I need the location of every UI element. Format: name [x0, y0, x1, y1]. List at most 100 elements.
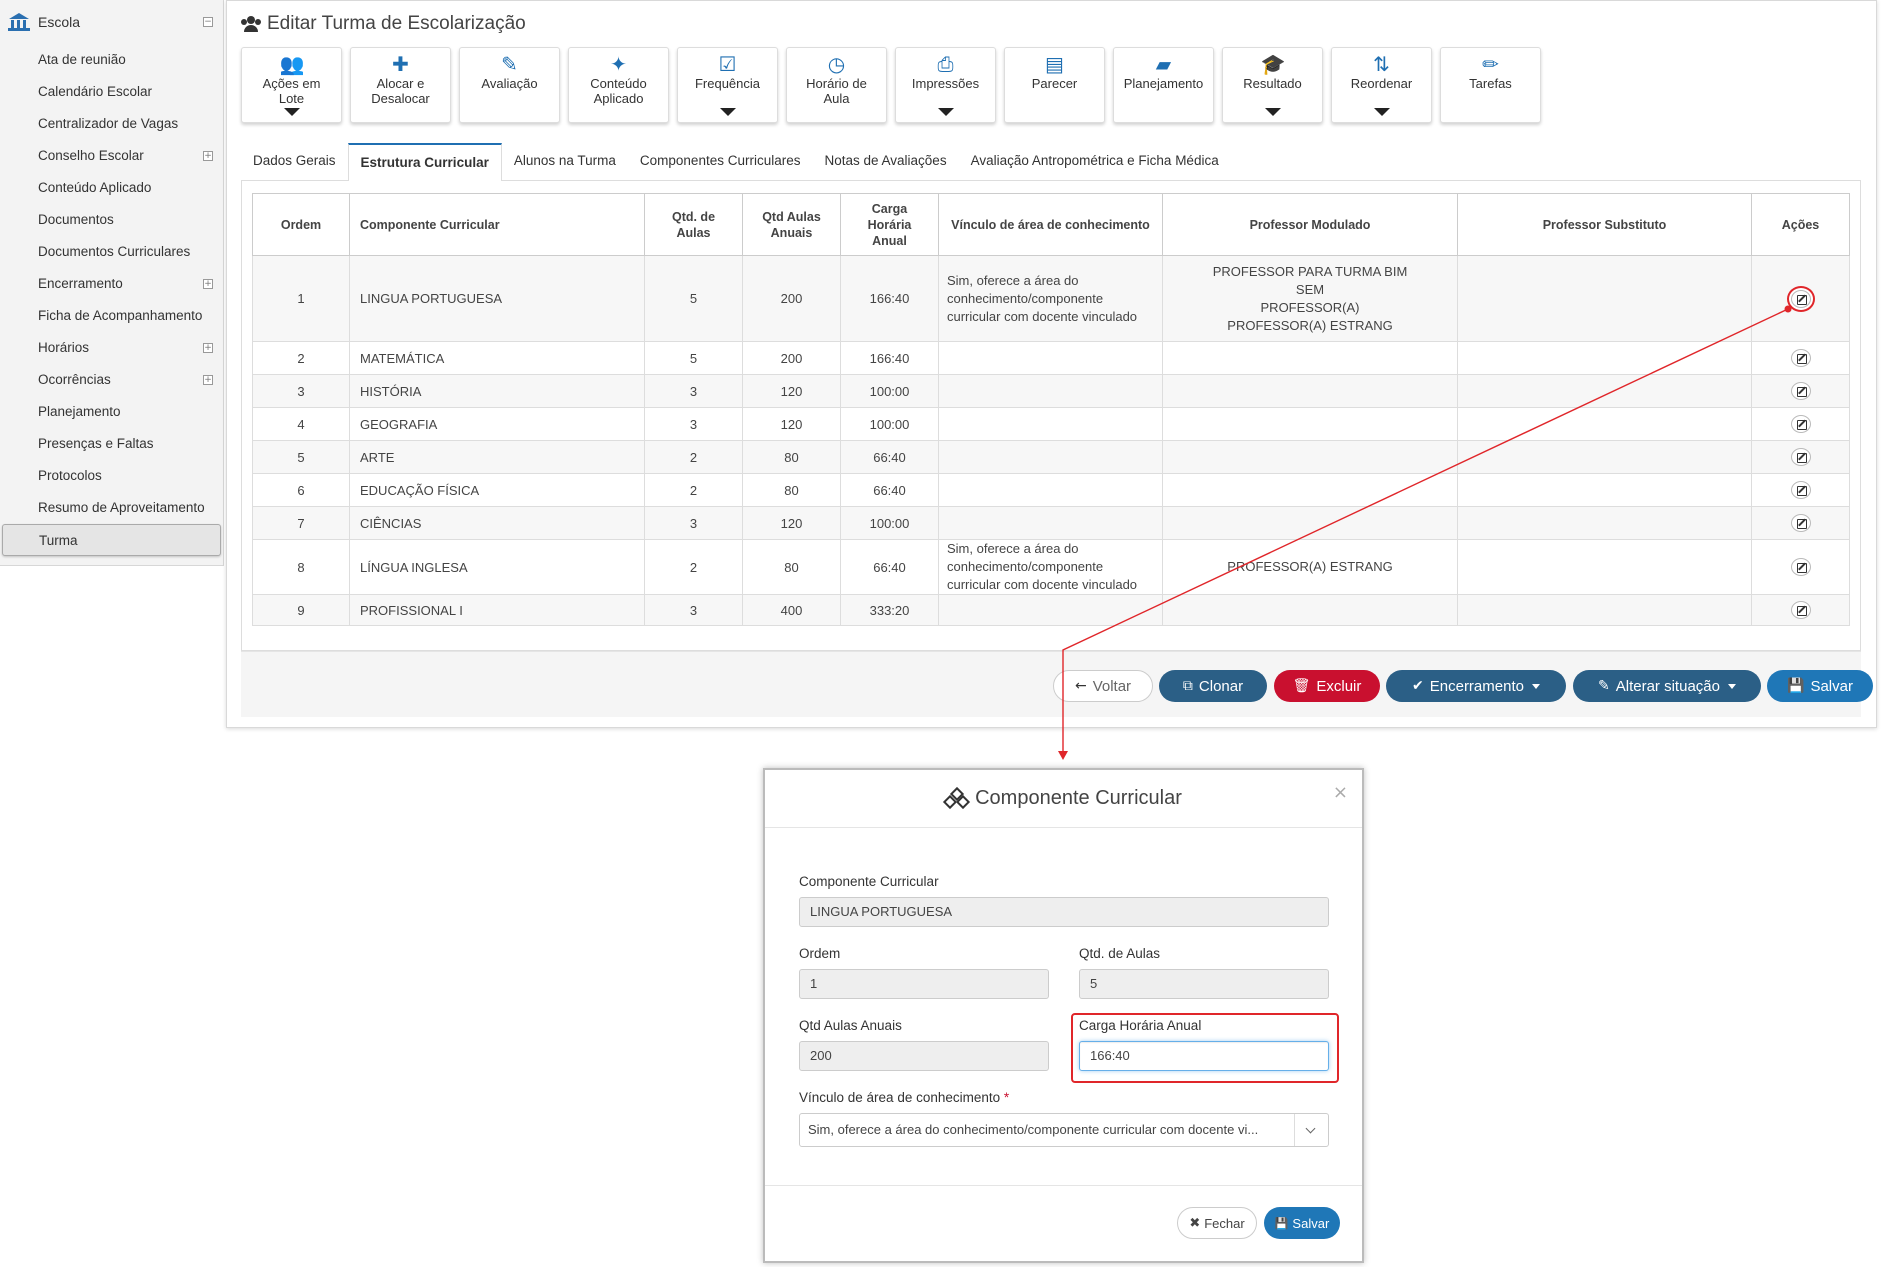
cell-qtd-anuais: 120 — [742, 506, 841, 540]
book-icon: ▰ — [1155, 52, 1172, 76]
sidebar-item-11[interactable]: Planejamento — [0, 396, 223, 428]
clock-icon: ◷ — [827, 52, 846, 76]
carga-input[interactable]: 166:40 — [1079, 1041, 1329, 1071]
modal-footer: ✖ Fechar 💾 Salvar — [765, 1185, 1362, 1261]
cell-vinculo — [938, 407, 1163, 441]
close-icon[interactable]: × — [1333, 782, 1348, 803]
sidebar-item-6[interactable]: Documentos Curriculares — [0, 236, 223, 268]
toolbar-button-6[interactable]: ⎙ Impressões — [895, 47, 996, 123]
sidebar-item-7[interactable]: Encerramento + — [0, 268, 223, 300]
cell-prof-modulado — [1162, 440, 1458, 474]
qtd-aulas-input[interactable]: 5 — [1079, 969, 1329, 999]
toolbar-button-5[interactable]: ◷ Horário de Aula — [786, 47, 887, 123]
cell-qtd-anuais: 80 — [742, 440, 841, 474]
voltar-button[interactable]: ← Voltar — [1053, 670, 1153, 702]
cell-qtd-aulas: 2 — [644, 473, 743, 507]
toolbar-label: Frequência — [694, 76, 761, 91]
cell-prof-modulado: PROFESSOR(A) ESTRANG — [1162, 539, 1458, 595]
clonar-button[interactable]: ⧉ Clonar — [1159, 670, 1267, 702]
edit-icon[interactable] — [1790, 514, 1811, 532]
expand-icon[interactable]: + — [203, 375, 213, 385]
cell-carga: 100:00 — [840, 374, 939, 408]
cell-vinculo — [938, 440, 1163, 474]
action-toolbar: 👥 Ações em Lote ✚ Alocar e Desalocar ✎ Avaliaçã… — [241, 47, 1549, 123]
curriculum-table: Ordem Componente Curricular Qtd. de Aula… — [252, 193, 1850, 626]
sidebar-item-4[interactable]: Conteúdo Aplicado — [0, 172, 223, 204]
sidebar-item-8[interactable]: Ficha de Acompanhamento — [0, 300, 223, 332]
tab-4[interactable]: Notas de Avaliações — [812, 143, 958, 180]
cell-qtd-aulas: 2 — [644, 539, 743, 595]
alterar-situacao-dropdown-button[interactable]: ✎ Alterar situação — [1573, 670, 1761, 702]
excluir-button[interactable]: 🗑 Excluir — [1274, 670, 1380, 702]
toolbar-button-11[interactable]: ✏ Tarefas — [1440, 47, 1541, 123]
toolbar-button-9[interactable]: 🎓 Resultado — [1222, 47, 1323, 123]
tab-1[interactable]: Estrutura Curricular — [347, 143, 502, 183]
sidebar-item-3[interactable]: Conselho Escolar + — [0, 140, 223, 172]
collapse-icon[interactable]: − — [203, 17, 213, 27]
cell-vinculo — [938, 473, 1163, 507]
encerramento-dropdown-button[interactable]: ✔ Encerramento — [1386, 670, 1566, 702]
sidebar-item-12[interactable]: Presenças e Faltas — [0, 428, 223, 460]
cell-componente: PROFISSIONAL I — [349, 594, 645, 626]
tab-3[interactable]: Componentes Curriculares — [628, 143, 813, 180]
sidebar-item-14[interactable]: Resumo de Aproveitamento — [0, 492, 223, 524]
cell-ordem: 5 — [252, 440, 350, 474]
cell-qtd-anuais: 400 — [742, 594, 841, 626]
toolbar-button-10[interactable]: ⇅ Reordenar — [1331, 47, 1432, 123]
toolbar-button-8[interactable]: ▰ Planejamento — [1113, 47, 1214, 123]
fechar-button[interactable]: ✖ Fechar — [1177, 1207, 1257, 1239]
tab-0[interactable]: Dados Gerais — [241, 143, 348, 180]
sidebar-item-9[interactable]: Horários + — [0, 332, 223, 364]
expand-icon[interactable]: + — [203, 343, 213, 353]
sidebar-header-escola[interactable]: Escola − — [0, 0, 223, 44]
expand-icon[interactable]: + — [203, 151, 213, 161]
salvar-button[interactable]: 💾 Salvar — [1767, 670, 1873, 702]
edit-icon[interactable] — [1790, 289, 1811, 308]
sidebar-item-13[interactable]: Protocolos — [0, 460, 223, 492]
edit-icon[interactable] — [1790, 382, 1811, 400]
toolbar-label: Alocar e — [376, 76, 425, 91]
clone-icon: ⧉ — [1182, 678, 1193, 694]
sidebar-item-10[interactable]: Ocorrências + — [0, 364, 223, 396]
tab-bar: Dados Gerais Estrutura Curricular Alunos n… — [241, 143, 1861, 183]
toolbar-button-1[interactable]: ✚ Alocar e Desalocar — [350, 47, 451, 123]
edit-icon[interactable] — [1790, 481, 1811, 499]
cell-qtd-anuais: 200 — [742, 341, 841, 375]
sidebar-item-1[interactable]: Calendário Escolar — [0, 76, 223, 108]
sidebar-item-label: Conselho Escolar — [38, 148, 144, 163]
cell-prof-modulado — [1162, 374, 1458, 408]
chevron-down-icon[interactable] — [1294, 1114, 1328, 1146]
toolbar-button-0[interactable]: 👥 Ações em Lote — [241, 47, 342, 123]
sidebar-item-0[interactable]: Ata de reunião — [0, 44, 223, 76]
edit-icon[interactable] — [1790, 448, 1811, 466]
toolbar-button-4[interactable]: ☑ Frequência — [677, 47, 778, 123]
vinculo-select[interactable]: Sim, oferece a área do conhecimento/comp… — [799, 1113, 1329, 1147]
sidebar-item-5[interactable]: Documentos — [0, 204, 223, 236]
sidebar-item-2[interactable]: Centralizador de Vagas — [0, 108, 223, 140]
carga-label: Carga Horária Anual — [1079, 1018, 1202, 1033]
tab-5[interactable]: Avaliação Antropométrica e Ficha Médica — [959, 143, 1231, 180]
toolbar-button-2[interactable]: ✎ Avaliação — [459, 47, 560, 123]
tab-2[interactable]: Alunos na Turma — [502, 143, 628, 180]
sidebar-item-label: Documentos — [38, 212, 114, 227]
table-row: 4 GEOGRAFIA 3 120 100:00 — [252, 407, 1850, 441]
modal-salvar-button[interactable]: 💾 Salvar — [1264, 1207, 1340, 1239]
ordem-input[interactable]: 1 — [799, 969, 1049, 999]
arrow-left-icon: ← — [1074, 678, 1087, 694]
ordem-label: Ordem — [799, 946, 841, 961]
cell-carga: 100:00 — [840, 506, 939, 540]
caret-down-icon — [937, 108, 954, 116]
edit-icon[interactable] — [1790, 415, 1811, 433]
edit-icon[interactable] — [1790, 558, 1811, 576]
expand-icon[interactable]: + — [203, 279, 213, 289]
cell-prof-modulado — [1162, 473, 1458, 507]
sidebar-item-15[interactable]: Turma — [2, 524, 221, 556]
toolbar-button-3[interactable]: ✦ Conteúdo Aplicado — [568, 47, 669, 123]
col-vinculo: Vínculo de área de conhecimento — [938, 193, 1163, 256]
componente-input[interactable]: LINGUA PORTUGUESA — [799, 897, 1329, 927]
edit-icon[interactable] — [1790, 601, 1811, 619]
toolbar-button-7[interactable]: ▤ Parecer — [1004, 47, 1105, 123]
page-title: Editar Turma de Escolarização — [241, 13, 526, 35]
edit-icon[interactable] — [1790, 349, 1811, 367]
qtd-anuais-input[interactable]: 200 — [799, 1041, 1049, 1071]
